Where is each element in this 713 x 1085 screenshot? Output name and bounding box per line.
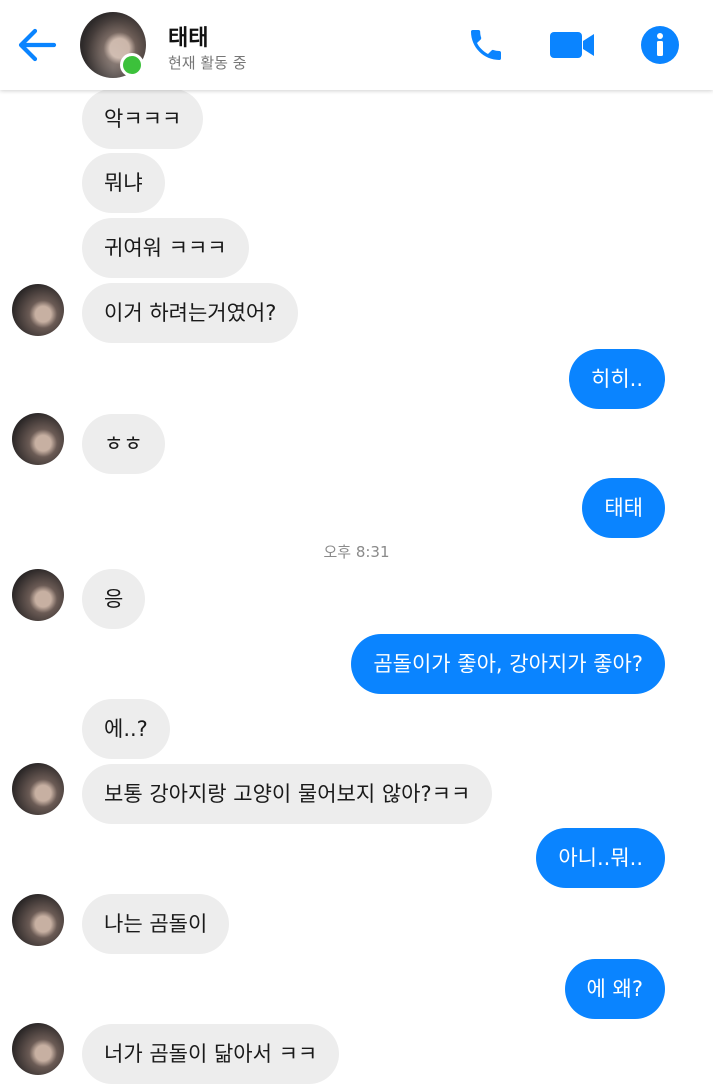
sender-avatar[interactable] <box>12 284 64 336</box>
message-bubble-sent[interactable]: 아니..뭐.. <box>536 828 665 888</box>
sender-avatar[interactable] <box>12 413 64 465</box>
online-status-indicator <box>120 53 144 77</box>
message-bubble-sent[interactable]: 곰돌이가 좋아, 강아지가 좋아? <box>351 634 665 694</box>
sender-avatar[interactable] <box>12 894 64 946</box>
sender-avatar[interactable] <box>12 1023 64 1075</box>
video-camera-icon <box>550 32 594 58</box>
contact-status: 현재 활동 중 <box>168 54 247 72</box>
message-bubble-received[interactable]: 보통 강아지랑 고양이 물어보지 않아?ㅋㅋ <box>82 764 493 824</box>
video-call-button[interactable] <box>548 22 596 68</box>
message-bubble-received[interactable]: 이거 하려는거였어? <box>82 283 299 343</box>
message-bubble-received[interactable]: 너가 곰돌이 닮아서 ㅋㅋ <box>82 1024 340 1084</box>
back-arrow-icon <box>18 28 57 62</box>
sender-avatar[interactable] <box>12 569 64 621</box>
message-bubble-received[interactable]: 귀여워 ㅋㅋㅋ <box>82 218 249 278</box>
message-bubble-received[interactable]: 나는 곰돌이 <box>82 894 230 954</box>
contact-name[interactable]: 태태 <box>168 20 208 52</box>
message-bubble-received[interactable]: 악ㅋㅋㅋ <box>82 89 204 149</box>
info-icon <box>641 26 679 64</box>
sender-avatar[interactable] <box>12 763 64 815</box>
message-bubble-sent[interactable]: 태태 <box>582 478 665 538</box>
message-bubble-received[interactable]: ㅎㅎ <box>82 414 165 474</box>
info-button[interactable] <box>636 22 684 68</box>
back-button[interactable] <box>14 24 60 66</box>
message-bubble-received[interactable]: 에..? <box>82 699 170 759</box>
chat-header: 태태 현재 활동 중 <box>0 0 713 90</box>
message-bubble-received[interactable]: 응 <box>82 569 146 629</box>
message-bubble-received[interactable]: 뭐냐 <box>82 153 165 213</box>
timestamp-divider: 오후 8:31 <box>323 543 390 561</box>
voice-call-button[interactable] <box>462 22 510 68</box>
message-bubble-sent[interactable]: 히히.. <box>569 349 665 409</box>
phone-icon <box>471 30 501 60</box>
message-list[interactable]: 악ㅋㅋㅋ 뭐냐 귀여워 ㅋㅋㅋ 이거 하려는거였어? 히히.. ㅎㅎ 태태 오후… <box>0 89 713 1085</box>
message-bubble-sent[interactable]: 에 왜? <box>564 959 665 1019</box>
